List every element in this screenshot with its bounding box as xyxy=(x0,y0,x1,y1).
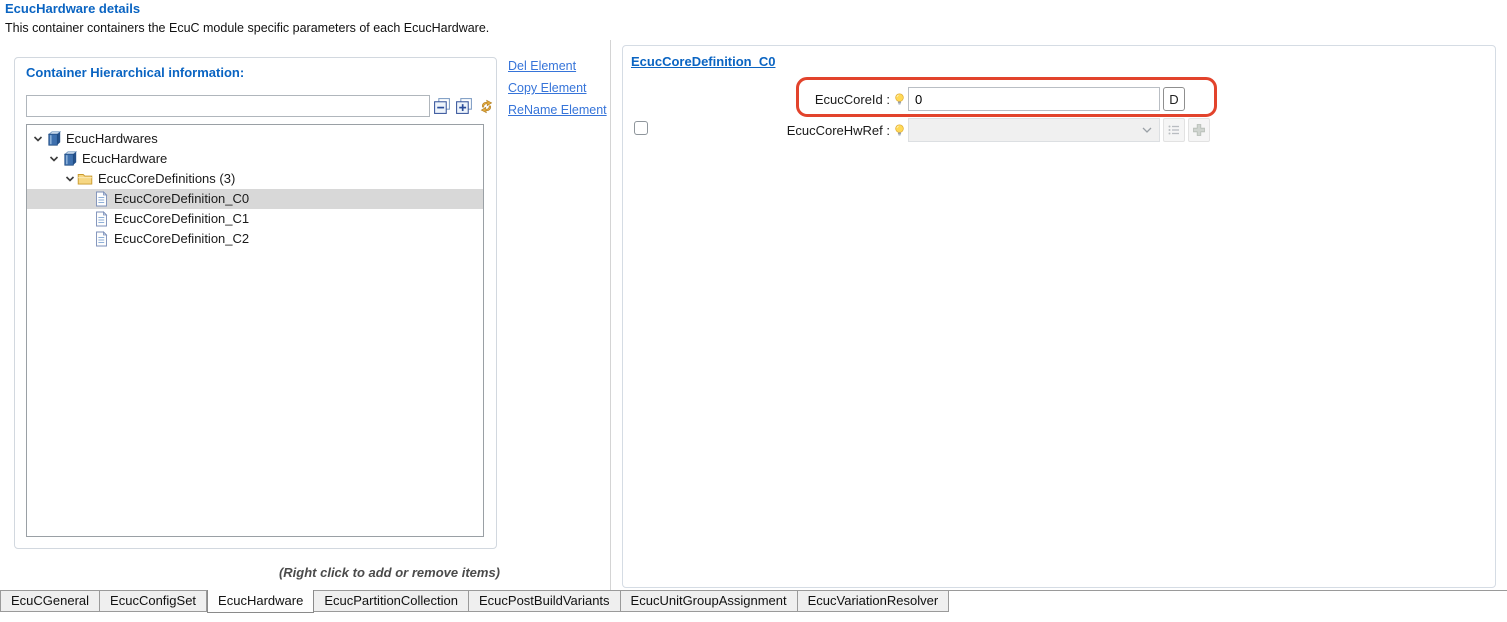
ecuccoreid-label: EcucCoreId : xyxy=(643,87,905,111)
tab-ecucpartitioncollection[interactable]: EcucPartitionCollection xyxy=(314,591,469,612)
document-icon xyxy=(93,231,109,247)
chevron-down-icon[interactable] xyxy=(31,134,45,144)
ecuccorehwref-dropdown[interactable] xyxy=(908,118,1160,142)
sync-refresh-icon[interactable] xyxy=(476,96,496,116)
ecuccorehwref-label: EcucCoreHwRef : xyxy=(643,118,905,142)
tab-ecucgeneral[interactable]: EcuCGeneral xyxy=(0,591,100,612)
lightbulb-icon xyxy=(894,93,905,106)
module-icon xyxy=(61,151,77,167)
chevron-down-icon[interactable] xyxy=(47,154,61,164)
tree-row[interactable]: EcucCoreDefinitions (3) xyxy=(27,169,483,189)
tab-ecucvariationresolver[interactable]: EcucVariationResolver xyxy=(798,591,950,612)
core-definition-group-title: EcucCoreDefinition_C0 xyxy=(631,54,775,69)
chevron-down-icon[interactable] xyxy=(63,174,77,184)
element-actions: Del Element Copy Element ReName Element xyxy=(508,58,607,124)
tree-toolbar xyxy=(432,96,496,116)
document-icon xyxy=(93,191,109,207)
tab-ecucunitgroupassignment[interactable]: EcucUnitGroupAssignment xyxy=(621,591,798,612)
tab-ecucpostbuildvariants[interactable]: EcucPostBuildVariants xyxy=(469,591,621,612)
tree-item-label: EcucHardwares xyxy=(66,129,158,149)
tree-row[interactable]: EcucHardware xyxy=(27,149,483,169)
default-value-button[interactable]: D xyxy=(1163,87,1185,111)
tab-ecucconfigset[interactable]: EcucConfigSet xyxy=(100,591,207,612)
lightbulb-icon xyxy=(894,124,905,137)
ref-list-button[interactable] xyxy=(1163,118,1185,142)
copy-element-link[interactable]: Copy Element xyxy=(508,80,607,102)
hierarchy-tree: EcucHardwares EcucHardware EcucCoreDefin… xyxy=(26,124,484,537)
tree-row[interactable]: EcucHardwares xyxy=(27,129,483,149)
rename-element-link[interactable]: ReName Element xyxy=(508,102,607,124)
tree-item-label: EcucCoreDefinition_C1 xyxy=(114,209,249,229)
tree-row[interactable]: EcucCoreDefinition_C1 xyxy=(27,209,483,229)
panel-divider xyxy=(610,40,611,590)
right-click-hint: (Right click to add or remove items) xyxy=(14,565,500,580)
ecuccorehwref-label-text: EcucCoreHwRef : xyxy=(787,123,890,138)
tab-ecuchardware[interactable]: EcucHardware xyxy=(207,590,314,613)
folder-icon xyxy=(77,171,93,187)
tree-filter-input[interactable] xyxy=(26,95,430,117)
container-hierarchy-group: Container Hierarchical information: Ecuc… xyxy=(14,57,497,549)
tree-row-selected[interactable]: EcucCoreDefinition_C0 xyxy=(27,189,483,209)
bottom-tab-bar: EcuCGeneral EcucConfigSet EcucHardware E… xyxy=(0,590,1507,622)
ref-add-button[interactable] xyxy=(1188,118,1210,142)
tree-item-label: EcucCoreDefinitions (3) xyxy=(98,169,235,189)
tree-item-label: EcucCoreDefinition_C2 xyxy=(114,229,249,249)
ecuccoreid-input[interactable] xyxy=(908,87,1160,111)
tree-row[interactable]: EcucCoreDefinition_C2 xyxy=(27,229,483,249)
chevron-down-icon xyxy=(1142,127,1152,133)
expand-all-icon[interactable] xyxy=(454,96,474,116)
container-hierarchy-group-title: Container Hierarchical information: xyxy=(26,65,244,80)
document-icon xyxy=(93,211,109,227)
page-description: This container containers the EcuC modul… xyxy=(5,21,489,35)
ecuccoreid-label-text: EcucCoreId : xyxy=(815,92,890,107)
del-element-link[interactable]: Del Element xyxy=(508,58,607,80)
collapse-all-icon[interactable] xyxy=(432,96,452,116)
tree-item-label: EcucHardware xyxy=(82,149,167,169)
page-title: EcucHardware details xyxy=(5,1,140,16)
tree-item-label: EcucCoreDefinition_C0 xyxy=(114,189,249,209)
module-icon xyxy=(45,131,61,147)
core-definition-group: EcucCoreDefinition_C0 EcucCoreId : D Ecu… xyxy=(622,45,1496,588)
